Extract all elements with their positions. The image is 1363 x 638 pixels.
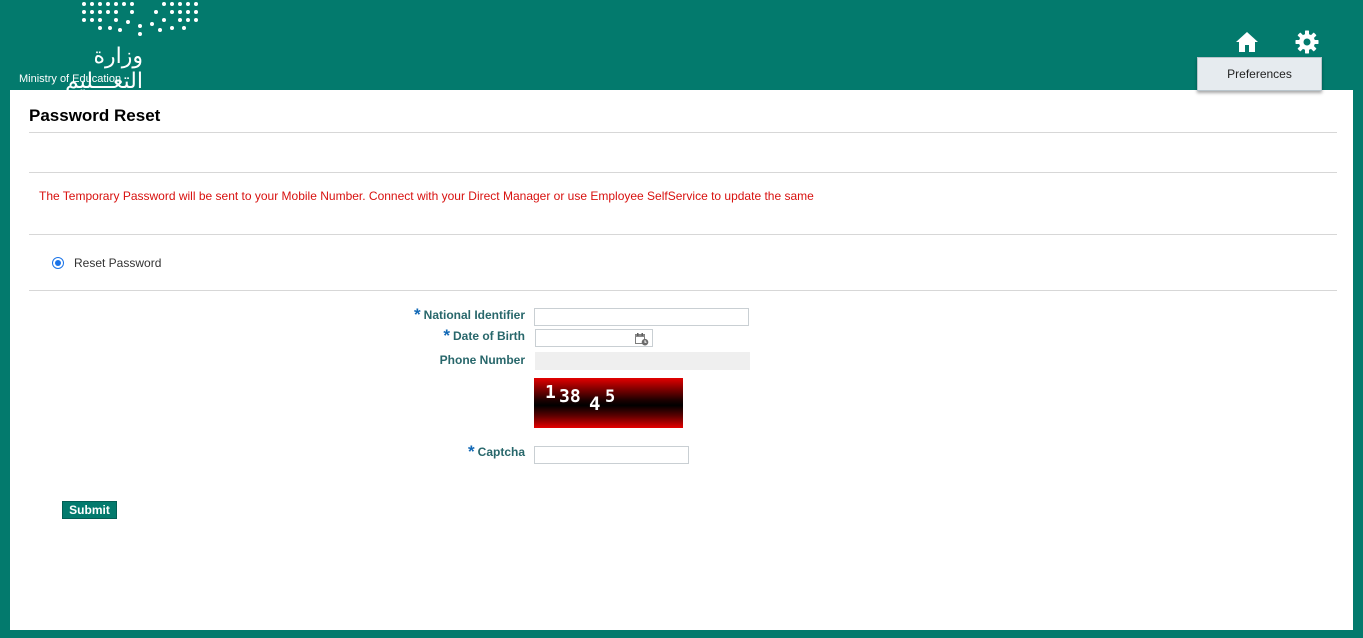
required-marker: * <box>443 326 450 345</box>
national-id-label: * National Identifier <box>414 304 525 324</box>
captcha-char: 38 <box>559 386 581 407</box>
submit-button[interactable]: Submit <box>62 501 117 519</box>
info-notice: The Temporary Password will be sent to y… <box>39 189 814 203</box>
captcha-label: * Captcha <box>468 441 525 461</box>
divider <box>29 172 1337 173</box>
page-title: Password Reset <box>29 106 161 125</box>
reset-password-label: Reset Password <box>74 256 162 270</box>
preferences-menu-item[interactable]: Preferences <box>1197 57 1322 91</box>
logo-arabic-text: وزارة التعـــليم <box>65 44 143 94</box>
national-id-input[interactable] <box>534 308 749 326</box>
reset-password-radio[interactable] <box>52 257 64 269</box>
reset-password-option[interactable]: Reset Password <box>52 255 161 271</box>
captcha-char: 4 <box>589 393 601 415</box>
main-panel: Password Reset The Temporary Password wi… <box>10 90 1353 630</box>
logo-english-text: Ministry of Education <box>19 73 122 85</box>
required-marker: * <box>468 442 475 461</box>
national-id-label-text: National Identifier <box>423 308 525 322</box>
dob-label-text: Date of Birth <box>453 329 525 343</box>
divider <box>29 132 1337 133</box>
phone-input <box>535 352 750 370</box>
captcha-image: 1 38 4 5 <box>534 378 683 428</box>
header: وزارة التعـــليم Ministry of Education P… <box>0 0 1363 94</box>
ministry-logo: وزارة التعـــليم Ministry of Education <box>18 0 203 94</box>
captcha-char: 5 <box>605 387 616 407</box>
calendar-icon[interactable] <box>635 333 649 346</box>
dob-label: * Date of Birth <box>443 325 525 345</box>
home-icon[interactable] <box>1235 31 1259 53</box>
captcha-input[interactable] <box>534 446 689 464</box>
divider <box>29 290 1337 291</box>
phone-label: Phone Number <box>440 353 525 367</box>
logo-dots-icon <box>82 2 198 36</box>
required-marker: * <box>414 305 421 324</box>
captcha-char: 1 <box>545 382 556 403</box>
gear-icon[interactable] <box>1295 30 1319 54</box>
captcha-label-text: Captcha <box>477 445 525 459</box>
divider <box>29 234 1337 235</box>
phone-label-text: Phone Number <box>439 353 525 367</box>
